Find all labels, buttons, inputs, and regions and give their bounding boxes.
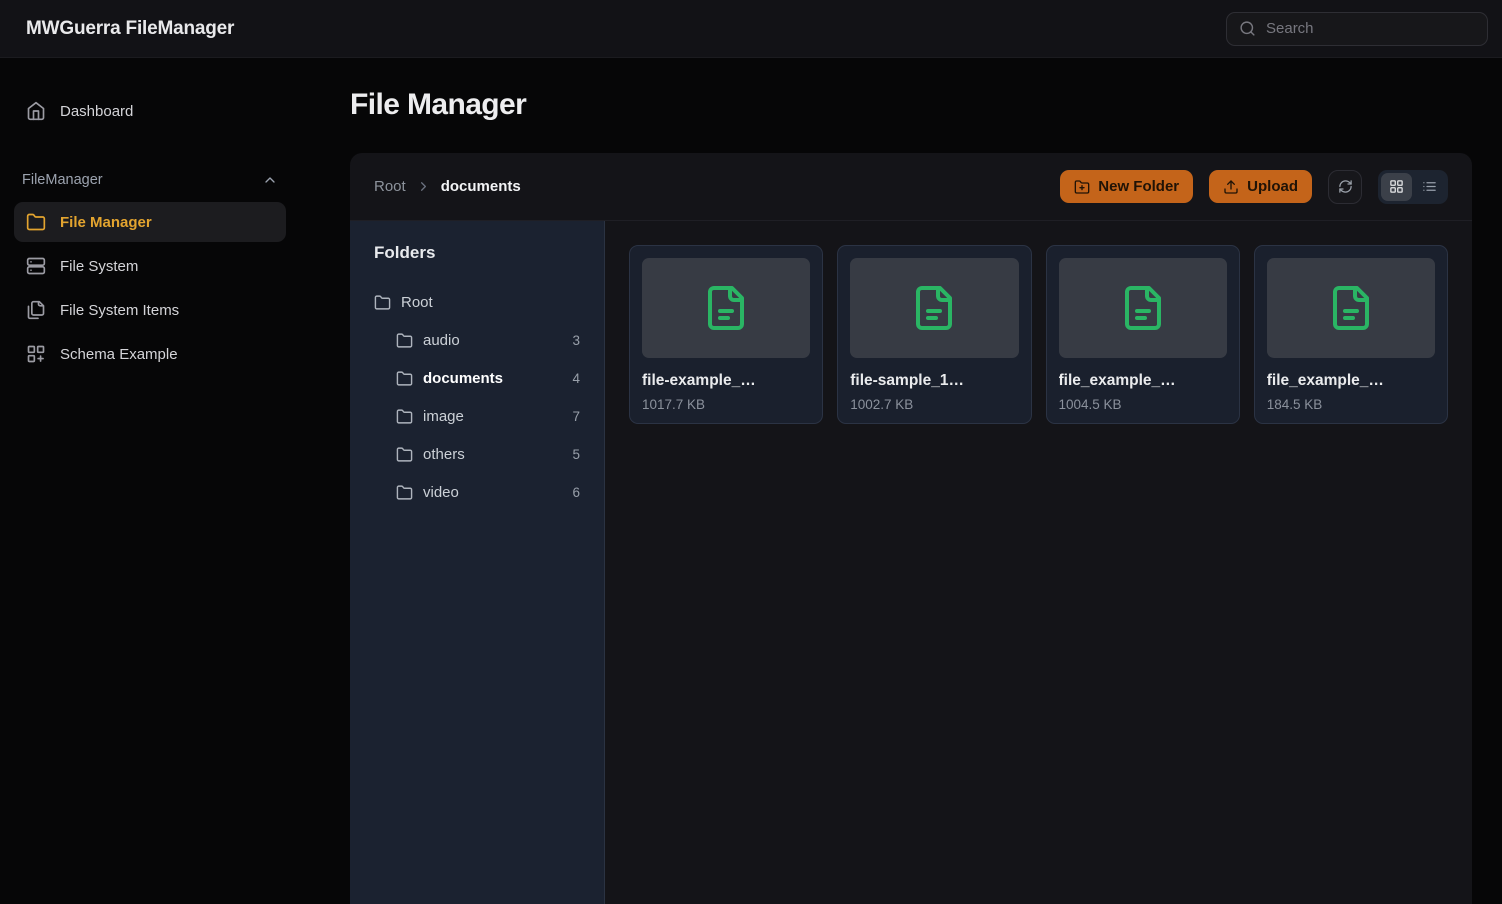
files-grid: file-example_… 1017.7 KB file-sample_1… … [605, 221, 1472, 904]
sidebar-item-label: Dashboard [60, 103, 133, 120]
breadcrumb-current: documents [441, 178, 521, 195]
file-name: file-example_… [642, 372, 810, 390]
search-box[interactable] [1226, 12, 1488, 46]
files-icon [26, 300, 46, 320]
file-size: 184.5 KB [1267, 397, 1435, 412]
file-card[interactable]: file-example_… 1017.7 KB [629, 245, 823, 424]
refresh-icon [1338, 179, 1353, 194]
folder-tree-item-audio[interactable]: audio 3 [374, 321, 580, 359]
sidebar-item-label: Schema Example [60, 346, 178, 363]
file-size: 1004.5 KB [1059, 397, 1227, 412]
page-title: File Manager [350, 88, 1472, 122]
sidebar-section-label: FileManager [22, 172, 103, 188]
chevron-right-icon [416, 179, 431, 194]
folder-plus-icon [1074, 179, 1090, 195]
grid-view-button[interactable] [1381, 173, 1412, 201]
main-content: File Manager Root documents [300, 58, 1502, 904]
folder-count: 7 [572, 409, 580, 424]
breadcrumb-root[interactable]: Root [374, 178, 406, 195]
upload-label: Upload [1247, 178, 1298, 195]
upload-icon [1223, 179, 1239, 195]
file-thumbnail [642, 258, 810, 358]
sidebar-item-dashboard[interactable]: Dashboard [14, 91, 286, 131]
sidebar-section-header: FileManager [22, 172, 278, 188]
app-title: MWGuerra FileManager [26, 18, 234, 40]
chevron-up-icon[interactable] [262, 172, 278, 188]
home-icon [26, 101, 46, 121]
file-size: 1002.7 KB [850, 397, 1018, 412]
folders-heading: Folders [374, 243, 580, 263]
folder-icon [26, 212, 46, 232]
panel-toolbar: Root documents New Folder [350, 153, 1472, 221]
folders-panel: Folders Root audio 3 [350, 221, 605, 904]
folder-label: others [423, 446, 465, 463]
folder-tree-item-documents[interactable]: documents 4 [374, 359, 580, 397]
file-card[interactable]: file_example_… 184.5 KB [1254, 245, 1448, 424]
search-input[interactable] [1266, 20, 1475, 37]
file-name: file_example_… [1059, 372, 1227, 390]
new-folder-button[interactable]: New Folder [1060, 170, 1193, 203]
folder-count: 4 [572, 371, 580, 386]
file-thumbnail [1267, 258, 1435, 358]
search-icon [1239, 20, 1256, 37]
upload-button[interactable]: Upload [1209, 170, 1312, 203]
folder-icon [374, 294, 391, 311]
file-card[interactable]: file-sample_1… 1002.7 KB [837, 245, 1031, 424]
file-manager-panel: Root documents New Folder [350, 153, 1472, 904]
file-size: 1017.7 KB [642, 397, 810, 412]
file-text-icon [1327, 284, 1375, 332]
file-thumbnail [1059, 258, 1227, 358]
server-icon [26, 256, 46, 276]
file-card[interactable]: file_example_… 1004.5 KB [1046, 245, 1240, 424]
topbar: MWGuerra FileManager [0, 0, 1502, 58]
sidebar-item-label: File System [60, 258, 138, 275]
folder-count: 6 [572, 485, 580, 500]
list-view-button[interactable] [1414, 173, 1445, 201]
sidebar-item-label: File Manager [60, 214, 152, 231]
folder-label: audio [423, 332, 460, 349]
folder-icon [396, 370, 413, 387]
folder-label: Root [401, 294, 433, 311]
sidebar-item-file-manager[interactable]: File Manager [14, 202, 286, 242]
sidebar-item-file-system[interactable]: File System [14, 246, 286, 286]
folder-label: image [423, 408, 464, 425]
sidebar-item-file-system-items[interactable]: File System Items [14, 290, 286, 330]
new-folder-label: New Folder [1098, 178, 1179, 195]
folder-count: 3 [572, 333, 580, 348]
folder-label: documents [423, 370, 503, 387]
folder-tree-item-image[interactable]: image 7 [374, 397, 580, 435]
folder-tree-root[interactable]: Root [374, 283, 580, 321]
squares-plus-icon [26, 344, 46, 364]
folder-tree-item-others[interactable]: others 5 [374, 435, 580, 473]
sidebar-item-label: File System Items [60, 302, 179, 319]
breadcrumb: Root documents [374, 178, 521, 195]
refresh-button[interactable] [1328, 170, 1362, 204]
list-icon [1422, 179, 1437, 194]
folder-icon [396, 408, 413, 425]
sidebar-item-schema-example[interactable]: Schema Example [14, 334, 286, 374]
folder-icon [396, 332, 413, 349]
folder-icon [396, 446, 413, 463]
sidebar: Dashboard FileManager File Manager File … [0, 58, 300, 904]
file-text-icon [702, 284, 750, 332]
folder-count: 5 [572, 447, 580, 462]
folder-label: video [423, 484, 459, 501]
layout-grid-icon [1389, 179, 1404, 194]
toolbar-actions: New Folder Upload [1060, 170, 1448, 204]
view-toggle [1378, 170, 1448, 204]
file-text-icon [1119, 284, 1167, 332]
file-name: file_example_… [1267, 372, 1435, 390]
folder-tree-item-video[interactable]: video 6 [374, 473, 580, 511]
file-thumbnail [850, 258, 1018, 358]
file-text-icon [910, 284, 958, 332]
file-name: file-sample_1… [850, 372, 1018, 390]
folder-icon [396, 484, 413, 501]
